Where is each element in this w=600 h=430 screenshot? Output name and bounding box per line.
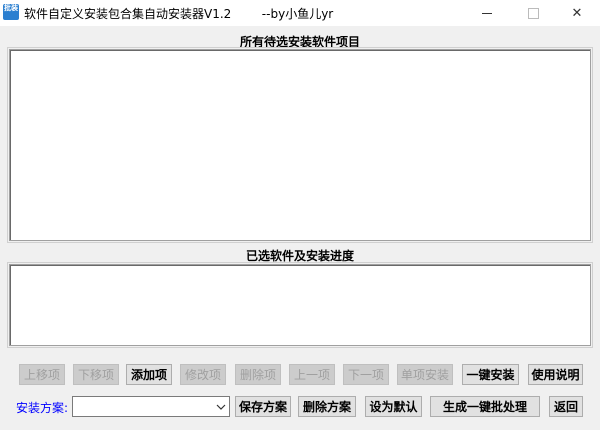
title-bar: 批装 软件自定义安装包合集自动安装器V1.2 --by小鱼儿yr ✕ [0, 0, 600, 26]
selected-software-list[interactable] [9, 264, 591, 346]
install-scheme-select[interactable] [72, 396, 230, 417]
help-button[interactable]: 使用说明 [528, 364, 583, 385]
single-install-button[interactable]: 单项安装 [397, 364, 453, 385]
edit-item-button[interactable]: 修改项 [180, 364, 226, 385]
save-scheme-button[interactable]: 保存方案 [235, 396, 291, 417]
minimize-icon [482, 12, 492, 14]
one-click-install-button[interactable]: 一键安装 [462, 364, 519, 385]
all-software-list[interactable] [9, 49, 591, 241]
app-icon: 批装 [3, 4, 19, 20]
maximize-button[interactable] [510, 0, 556, 26]
prev-item-button[interactable]: 上一项 [289, 364, 335, 385]
move-up-button[interactable]: 上移项 [19, 364, 65, 385]
delete-scheme-button[interactable]: 删除方案 [298, 396, 356, 417]
chevron-down-icon [216, 404, 226, 410]
close-button[interactable]: ✕ [554, 0, 600, 26]
add-item-button[interactable]: 添加项 [126, 364, 172, 385]
minimize-button[interactable] [464, 0, 510, 26]
close-icon: ✕ [571, 5, 583, 21]
maximize-icon [527, 7, 539, 19]
set-default-button[interactable]: 设为默认 [365, 396, 422, 417]
next-item-button[interactable]: 下一项 [343, 364, 389, 385]
install-scheme-label: 安装方案: [16, 401, 69, 415]
delete-item-button[interactable]: 删除项 [235, 364, 281, 385]
generate-batch-button[interactable]: 生成一键批处理 [430, 396, 540, 417]
window-title: 软件自定义安装包合集自动安装器V1.2 --by小鱼儿yr [24, 7, 334, 21]
back-button[interactable]: 返回 [549, 396, 583, 417]
move-down-button[interactable]: 下移项 [73, 364, 119, 385]
